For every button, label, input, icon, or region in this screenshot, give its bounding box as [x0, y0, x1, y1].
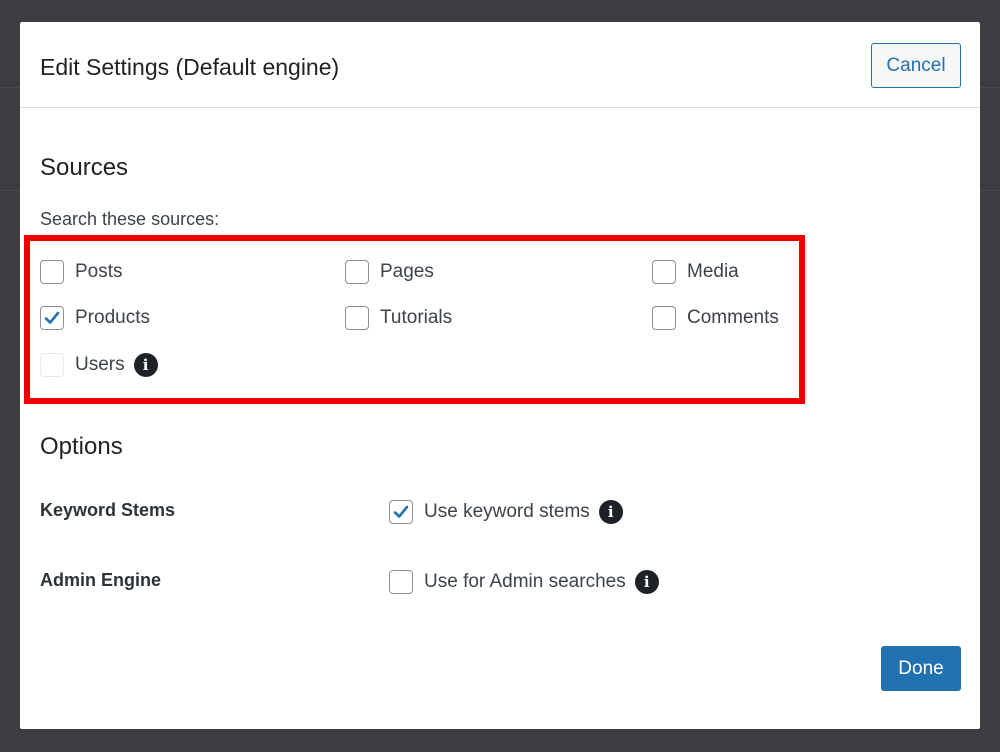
posts-checkbox[interactable] [40, 260, 64, 284]
done-button[interactable]: Done [881, 646, 961, 691]
source-pages[interactable]: Pages [345, 259, 434, 285]
source-tutorials[interactable]: Tutorials [345, 305, 452, 331]
tutorials-checkbox[interactable] [345, 306, 369, 330]
users-checkbox [40, 353, 64, 377]
comments-label: Comments [687, 307, 779, 328]
admin-engine-label: Admin Engine [40, 570, 161, 590]
modal-header: Edit Settings (Default engine) Cancel [20, 22, 980, 108]
admin-engine-checkbox-label: Use for Admin searches [424, 571, 626, 592]
comments-checkbox[interactable] [652, 306, 676, 330]
users-label: Users [75, 354, 125, 375]
products-checkbox[interactable] [40, 306, 64, 330]
source-posts[interactable]: Posts [40, 259, 123, 285]
options-heading: Options [40, 433, 123, 460]
products-label: Products [75, 307, 150, 328]
source-comments[interactable]: Comments [652, 305, 779, 331]
source-media[interactable]: Media [652, 259, 739, 285]
tutorials-label: Tutorials [380, 307, 453, 328]
sources-heading: Sources [40, 154, 129, 181]
pages-label: Pages [380, 261, 434, 282]
media-checkbox[interactable] [652, 260, 676, 284]
admin-engine-checkbox[interactable] [389, 570, 413, 594]
keyword-stems-checkbox-label: Use keyword stems [424, 501, 590, 522]
info-icon[interactable]: i [598, 500, 623, 524]
edit-settings-modal: Edit Settings (Default engine) Cancel So… [20, 22, 980, 729]
checkmark-icon [393, 505, 409, 518]
info-icon[interactable]: i [634, 570, 659, 594]
media-label: Media [687, 261, 739, 282]
source-users: Users i [40, 352, 158, 378]
source-products[interactable]: Products [40, 305, 150, 331]
info-icon[interactable]: i [133, 353, 158, 377]
posts-label: Posts [75, 261, 123, 282]
keyword-stems-option[interactable]: Use keyword stems i [389, 499, 623, 525]
keyword-stems-label: Keyword Stems [40, 500, 176, 520]
pages-checkbox[interactable] [345, 260, 369, 284]
admin-engine-option[interactable]: Use for Admin searches i [389, 569, 659, 595]
keyword-stems-checkbox[interactable] [389, 500, 413, 524]
sources-description: Search these sources: [40, 209, 220, 229]
cancel-button[interactable]: Cancel [871, 43, 961, 88]
modal-title: Edit Settings (Default engine) [40, 54, 340, 80]
checkmark-icon [44, 311, 60, 324]
